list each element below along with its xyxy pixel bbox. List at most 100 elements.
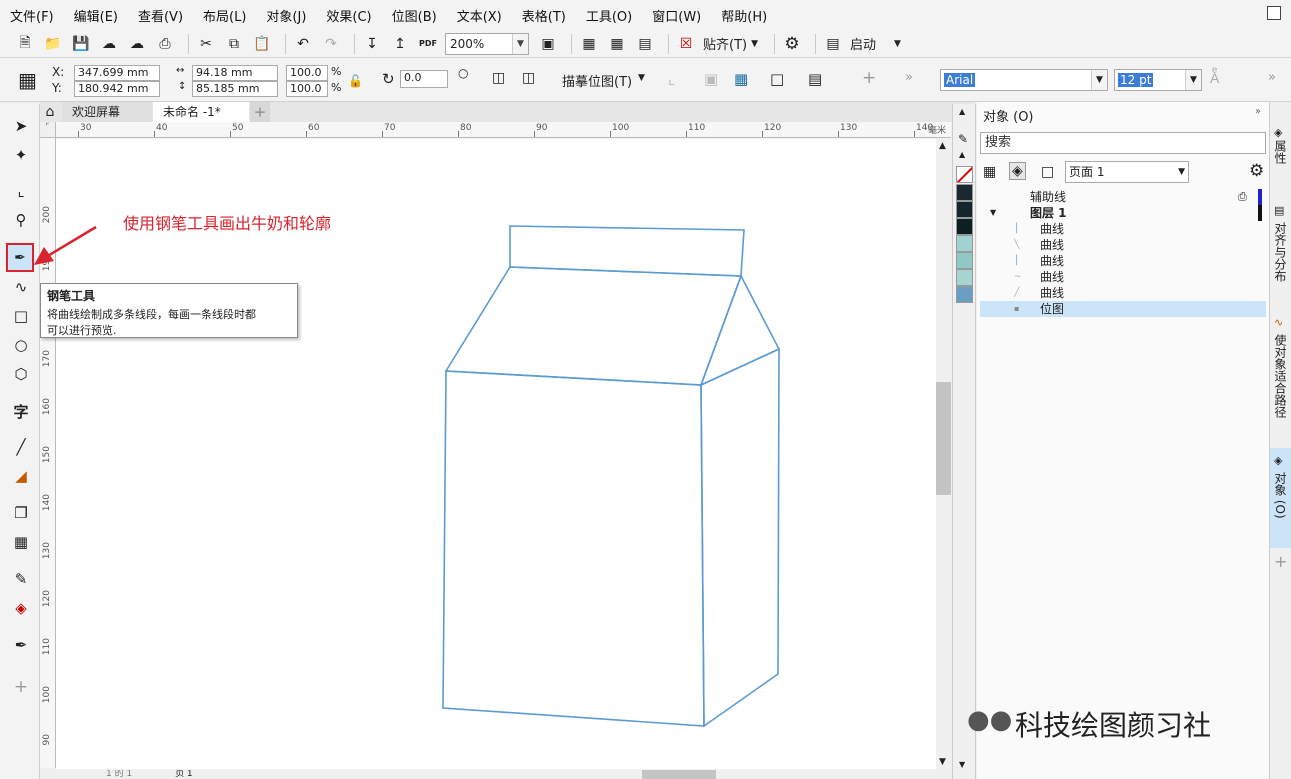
text-format-icon[interactable]: Aͤ <box>1210 70 1219 87</box>
window-restore-icon[interactable] <box>1267 6 1281 20</box>
tree-item-layer-1[interactable]: ▼ 图层 1 <box>980 205 1266 221</box>
import-icon[interactable]: ↧ <box>361 33 383 55</box>
more-icon[interactable]: » <box>1268 70 1276 85</box>
gear-icon[interactable]: ⚙ <box>1249 161 1264 181</box>
swatch-teal-2[interactable] <box>956 252 973 269</box>
chevron-up-icon[interactable]: ▲ <box>939 141 946 151</box>
swatch-teal-1[interactable] <box>956 235 973 252</box>
mirror-vertical-icon[interactable]: ◫ <box>522 70 535 86</box>
cut-icon[interactable]: ✂ <box>195 33 217 55</box>
swatch-dark-3[interactable] <box>956 218 973 235</box>
wrap-text-icon[interactable]: ▤ <box>808 70 822 88</box>
tab-align-distribute[interactable]: 对齐与分布 <box>1273 222 1289 282</box>
y-position-field[interactable]: 180.942 mm <box>74 81 160 97</box>
layers-icon[interactable]: ◈ <box>1009 162 1026 180</box>
x-position-field[interactable]: 347.699 mm <box>74 65 160 81</box>
connector-tool-icon[interactable]: ◢ <box>8 463 34 489</box>
snap-off-icon[interactable]: ☒ <box>675 33 697 55</box>
chevron-down-icon[interactable]: ▼ <box>894 39 901 49</box>
rulers-icon[interactable]: ▦ <box>578 33 600 55</box>
menu-view[interactable]: 查看(V) <box>138 6 183 25</box>
resample-icon[interactable]: ▣ <box>704 70 718 88</box>
expand-icon[interactable]: » <box>1255 106 1261 117</box>
page-icon[interactable]: □ <box>1041 164 1054 180</box>
bounding-box-icon[interactable]: □ <box>770 70 784 88</box>
expand-arrow-icon[interactable]: ▼ <box>990 205 996 221</box>
view-options-icon[interactable]: ▦ <box>983 164 996 180</box>
gear-icon[interactable]: ⚙ <box>781 33 803 55</box>
menu-text[interactable]: 文本(X) <box>457 6 502 25</box>
palette-up-icon[interactable]: ▲ <box>959 107 965 116</box>
smart-fill-icon[interactable]: ✒ <box>8 632 34 658</box>
tree-item-curve[interactable]: │ 曲线 <box>980 221 1266 237</box>
lock-ratio-icon[interactable]: 🔓 <box>348 74 363 88</box>
drawing-canvas[interactable]: 使用钢笔工具画出牛奶和轮廓 <box>34 139 936 769</box>
menu-help[interactable]: 帮助(H) <box>721 6 767 25</box>
rotation-field[interactable]: 0.0 <box>400 70 448 88</box>
horizontal-scroll-thumb[interactable] <box>642 770 716 779</box>
tree-item-curve[interactable]: │ 曲线 <box>980 253 1266 269</box>
scale-y-field[interactable]: 100.0 <box>286 81 328 97</box>
tab-objects-active[interactable]: ◈ 对象 (O) <box>1270 448 1291 548</box>
crop-tool-icon[interactable]: ⌞ <box>8 178 34 204</box>
parallel-dimension-icon[interactable]: ╱ <box>8 434 34 460</box>
print-icon[interactable]: ⎙ <box>1238 189 1247 205</box>
width-field[interactable]: 94.18 mm <box>192 65 278 81</box>
add-icon[interactable]: + <box>1274 552 1287 571</box>
snap-menu[interactable]: 贴齐(T) <box>703 34 747 53</box>
eyedropper-icon[interactable]: ✎ <box>8 566 34 592</box>
chevron-down-icon[interactable]: ▼ <box>751 39 758 49</box>
cloud-upload-icon[interactable]: ☁ <box>126 33 148 55</box>
more-icon[interactable]: » <box>905 70 913 85</box>
chevron-down-icon[interactable]: ▼ <box>939 757 946 767</box>
edit-bitmap-icon[interactable]: ▦ <box>734 70 748 88</box>
pen-tool-icon[interactable]: ✒ <box>6 243 34 272</box>
curve-tool-icon[interactable]: ∿ <box>8 274 34 300</box>
tab-properties[interactable]: 属性 <box>1273 140 1289 164</box>
swatch-dark-2[interactable] <box>956 201 973 218</box>
drop-shadow-icon[interactable]: ❐ <box>8 500 34 526</box>
height-field[interactable]: 85.185 mm <box>192 81 278 97</box>
menu-layout[interactable]: 布局(L) <box>203 6 246 25</box>
launch-menu[interactable]: 启动 <box>850 34 876 53</box>
menu-object[interactable]: 对象(J) <box>266 6 306 25</box>
tree-item-bitmap[interactable]: ▪ 位图 <box>980 301 1266 317</box>
home-icon[interactable]: ⌂ <box>40 102 60 122</box>
pdf-icon[interactable]: PDF <box>417 33 439 55</box>
text-tool-icon[interactable]: 字 <box>8 398 34 424</box>
paste-icon[interactable]: 📋 <box>251 33 273 55</box>
page-tab-1[interactable]: 页 1 <box>175 770 193 779</box>
add-icon[interactable]: + <box>862 68 876 88</box>
export-icon[interactable]: ↥ <box>389 33 411 55</box>
copy-icon[interactable]: ⧉ <box>223 33 245 55</box>
scale-x-field[interactable]: 100.0 <box>286 65 328 81</box>
horizontal-ruler[interactable]: 30 40 50 60 70 80 90 100 110 120 130 140 毫米 <box>56 122 951 138</box>
launch-icon[interactable]: ▤ <box>822 33 844 55</box>
open-folder-icon[interactable]: 📁 <box>42 33 64 55</box>
no-color-swatch[interactable] <box>956 166 973 183</box>
ruler-origin[interactable]: ⌜ <box>40 122 56 138</box>
print-icon[interactable]: ⎙ <box>154 33 176 55</box>
guidelines-icon[interactable]: ▤ <box>634 33 656 55</box>
tab-untitled[interactable]: 未命名 -1* <box>153 102 249 122</box>
undo-icon[interactable]: ↶ <box>292 33 314 55</box>
add-tab-icon[interactable]: + <box>250 102 270 122</box>
menu-tools[interactable]: 工具(O) <box>586 6 632 25</box>
swatch-dark-1[interactable] <box>956 184 973 201</box>
polygon-tool-icon[interactable]: ⬡ <box>8 361 34 387</box>
zoom-combo[interactable]: 200% ▼ <box>445 32 529 55</box>
font-combo[interactable]: Arial ▼ <box>940 69 1108 91</box>
cloud-download-icon[interactable]: ☁ <box>98 33 120 55</box>
menu-edit[interactable]: 编辑(E) <box>74 6 118 25</box>
palette-scroll-icon[interactable]: ▲ <box>959 150 965 159</box>
menu-table[interactable]: 表格(T) <box>522 6 566 25</box>
menu-window[interactable]: 窗口(W) <box>652 6 701 25</box>
grid-icon[interactable]: ▦ <box>606 33 628 55</box>
chevron-down-icon[interactable]: ▼ <box>638 73 645 83</box>
menu-file[interactable]: 文件(F) <box>10 6 54 25</box>
eyedropper-icon[interactable]: ✎ <box>958 132 968 146</box>
full-screen-icon[interactable]: ▣ <box>537 33 559 55</box>
crop-bitmap-icon[interactable]: ⌞ <box>668 70 675 88</box>
tree-item-guides[interactable]: 辅助线 ⎙ <box>980 189 1266 205</box>
ellipse-tool-icon[interactable]: ○ <box>8 332 34 358</box>
